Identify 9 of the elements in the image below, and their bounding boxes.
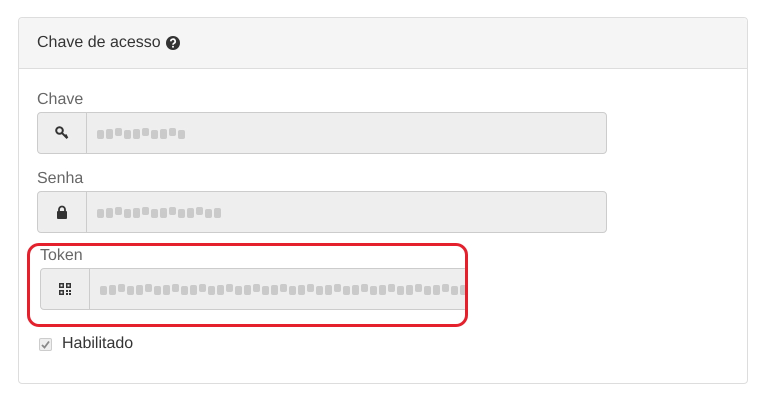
panel-title: Chave de acesso bbox=[37, 34, 161, 52]
lock-icon bbox=[56, 205, 68, 219]
qr-code-icon bbox=[59, 283, 71, 295]
field-label: Chave bbox=[37, 91, 84, 109]
help-icon[interactable] bbox=[166, 36, 180, 50]
key-icon bbox=[55, 126, 69, 140]
field-label: Token bbox=[40, 247, 84, 265]
field-label: Senha bbox=[37, 170, 84, 188]
checkbox-label: Habilitado bbox=[62, 335, 134, 353]
